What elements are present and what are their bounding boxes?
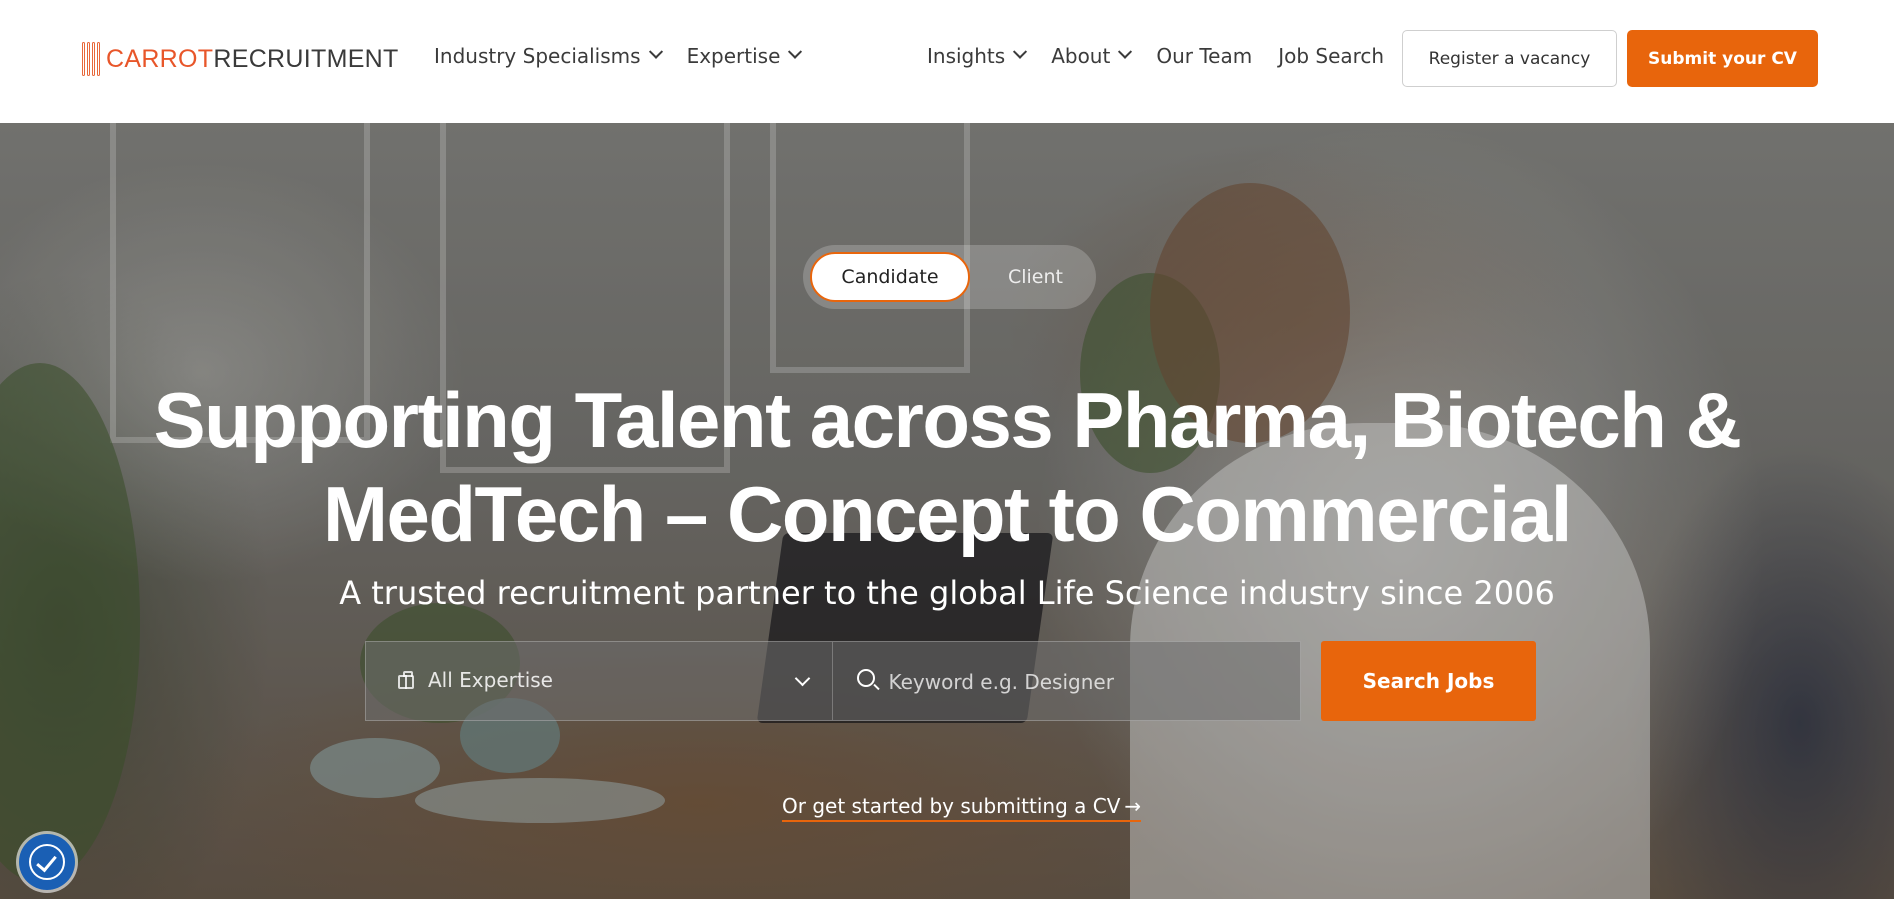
hero-title: Supporting Talent across Pharma, Biotech… [130,373,1764,561]
nav-item-label: Job Search [1278,44,1385,68]
nav-item-label: Industry Specialisms [434,44,641,68]
nav-item-about[interactable]: About [1051,44,1133,68]
logo-text: CARROTRECRUITMENT [106,45,399,74]
chevron-down-icon [1013,44,1028,59]
keyword-input[interactable] [888,662,1279,702]
chevron-down-icon [794,670,811,687]
toggle-client[interactable]: Client [983,252,1088,302]
search-icon [856,669,875,687]
primary-nav-left: Industry Specialisms Expertise [434,44,803,68]
logo-mark-icon [82,42,100,76]
job-search-bar: All Expertise [365,641,1301,721]
accessibility-widget-button[interactable] [19,834,75,890]
audience-toggle: Candidate Client [803,245,1096,309]
expertise-select-value: All Expertise [428,668,553,692]
nav-item-expertise[interactable]: Expertise [686,44,803,68]
toggle-candidate[interactable]: Candidate [810,252,970,302]
accessibility-icon [29,844,65,880]
hero-subtitle: A trusted recruitment partner to the glo… [339,574,1555,612]
logo-text-carrot: CARROT [106,44,214,73]
register-vacancy-button[interactable]: Register a vacancy [1402,30,1617,87]
submit-cv-button[interactable]: Submit your CV [1627,30,1818,87]
nav-item-insights[interactable]: Insights [927,44,1028,68]
nav-item-job-search[interactable]: Job Search [1278,44,1384,68]
arrow-right-icon: → [1124,794,1142,818]
hero-title-line-1: Supporting Talent across Pharma, Biotech… [153,376,1742,464]
nav-item-label: Insights [927,44,1006,68]
nav-item-label: About [1051,44,1111,68]
briefcase-icon [398,671,414,689]
submit-cv-link-label: Or get started by submitting a CV [782,794,1121,818]
nav-item-label: Our Team [1156,44,1253,68]
chevron-down-icon [648,44,663,59]
chevron-down-icon [788,44,803,59]
submit-cv-link[interactable]: Or get started by submitting a CV → [782,794,1142,822]
logo-text-recruitment: RECRUITMENT [213,44,399,73]
nav-item-industry-specialisms[interactable]: Industry Specialisms [434,44,663,68]
logo[interactable]: CARROTRECRUITMENT [82,40,399,78]
nav-item-our-team[interactable]: Our Team [1156,44,1252,68]
chevron-down-icon [1118,44,1133,59]
hero-title-line-2: MedTech – Concept to Commercial [323,470,1572,558]
keyword-field[interactable] [833,642,1301,720]
primary-nav-right: Insights About Our Team Job Search [927,44,1384,68]
search-jobs-button[interactable]: Search Jobs [1321,641,1536,721]
expertise-select[interactable]: All Expertise [366,642,833,720]
nav-item-label: Expertise [686,44,781,68]
site-header: CARROTRECRUITMENT Industry Specialisms E… [0,0,1894,123]
